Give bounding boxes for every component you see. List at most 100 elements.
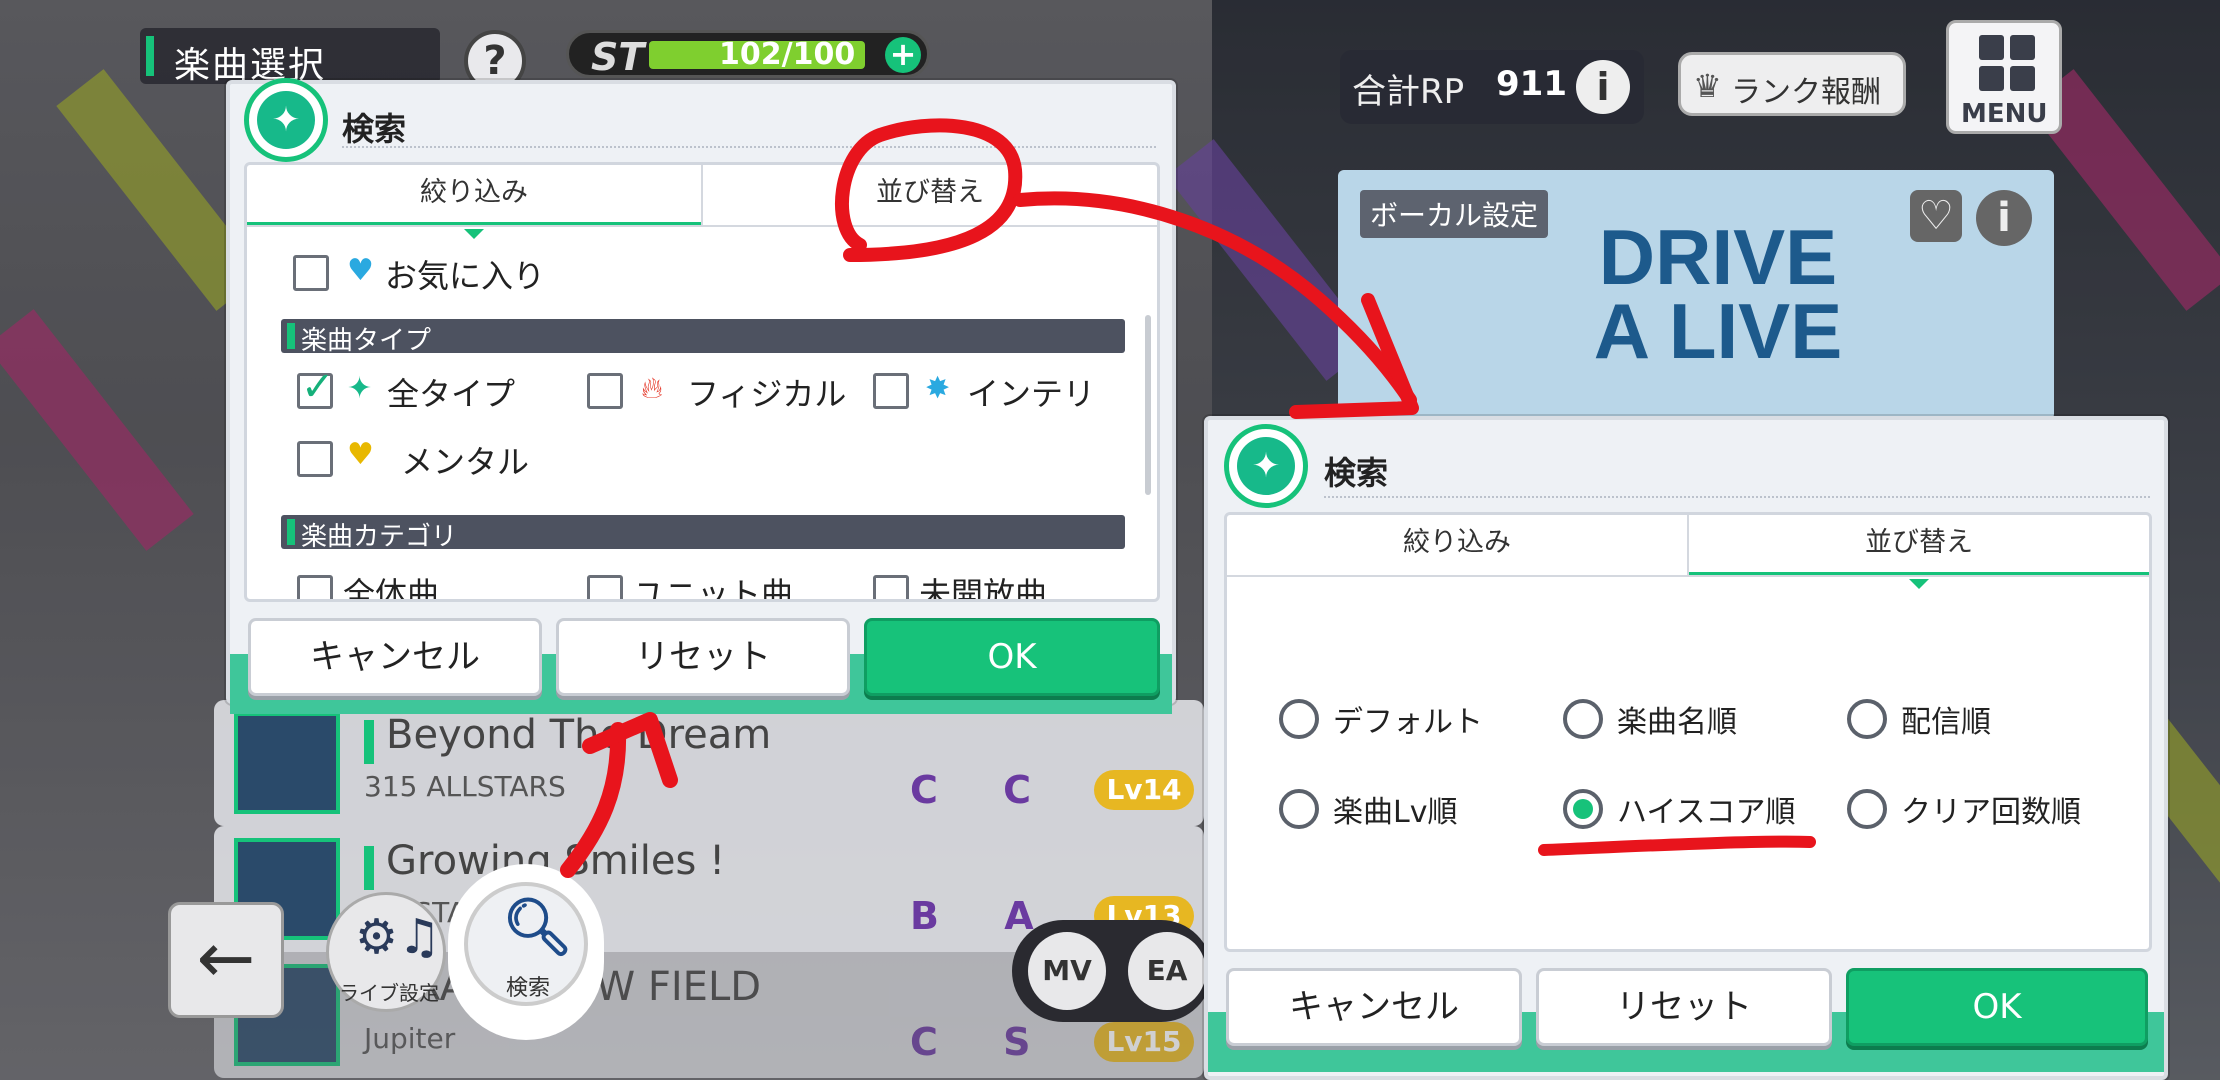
sort-release-label: 配信順 bbox=[1901, 705, 1991, 740]
sort-level-label: 楽曲Lv順 bbox=[1333, 795, 1458, 830]
section-header-category: 楽曲カテゴリ bbox=[281, 515, 1125, 552]
total-rp-label: 合計RP bbox=[1352, 72, 1465, 112]
sort-clearcount-label: クリア回数順 bbox=[1901, 795, 2081, 830]
type-intelli-label: インテリ bbox=[967, 375, 1096, 413]
tab-rule bbox=[247, 225, 1157, 227]
menu-label: MENU bbox=[1961, 99, 2048, 129]
tab-sort[interactable]: 並び替え bbox=[1689, 515, 2149, 589]
reset-button[interactable]: リセット bbox=[556, 618, 850, 696]
heart-icon: ♥ bbox=[347, 437, 374, 472]
search-icon: 🔍︎ bbox=[502, 895, 574, 960]
heart-icon[interactable]: ♡ bbox=[1910, 190, 1962, 242]
type-physical-label: フィジカル bbox=[687, 375, 847, 413]
vocal-settings-card[interactable]: ボーカル設定 DRIVE A LIVE ♡ i bbox=[1338, 170, 2054, 420]
menu-button[interactable]: MENU bbox=[1946, 20, 2062, 134]
cancel-button[interactable]: キャンセル bbox=[248, 618, 542, 696]
trophy-icon: ♛ bbox=[1693, 67, 1722, 105]
type-all-checkbox[interactable] bbox=[297, 364, 335, 410]
total-rp-value: 911 bbox=[1496, 64, 1567, 104]
tab-rule bbox=[1227, 575, 2149, 577]
live-settings-button[interactable]: ⚙♫ ライブ設定 bbox=[326, 892, 446, 1012]
rank-reward-label: ランク報酬 bbox=[1731, 75, 1881, 110]
dialog-title: 検索 bbox=[1324, 454, 1389, 492]
stamina-value: 102/100 bbox=[719, 37, 856, 72]
search-dialog-sort: ✦ 検索 絞り込み 並び替え デフォルト 楽曲名順 配信順 楽曲Lv順 ハイスコ… bbox=[1204, 416, 2168, 1080]
search-dialog-filter: ✦ 検索 絞り込み 並び替え ♥ お気に入り 楽曲タイプ ✦ 全タイプ 🔥︎ フ… bbox=[226, 78, 1176, 714]
sort-default-radio[interactable] bbox=[1279, 699, 1319, 739]
sort-level-radio[interactable] bbox=[1279, 789, 1319, 829]
type-physical-checkbox[interactable] bbox=[587, 373, 623, 409]
back-button[interactable]: ← bbox=[168, 902, 284, 1018]
info-icon[interactable]: i bbox=[1576, 60, 1630, 114]
easy-toggle[interactable]: EA bbox=[1128, 932, 1206, 1010]
emblem-icon: ✦ bbox=[1224, 424, 1308, 508]
song-level-badge: Lv14 bbox=[1094, 770, 1194, 810]
row-accent-bar bbox=[364, 846, 374, 890]
sort-highscore-label: ハイスコア順 bbox=[1617, 795, 1796, 830]
tab-sort[interactable]: 並び替え bbox=[703, 165, 1157, 227]
category-all-label: 全体曲 bbox=[343, 575, 440, 602]
all-type-emblem-icon: ✦ bbox=[347, 371, 373, 406]
search-button-highlight[interactable]: 🔍︎ 検索 bbox=[448, 864, 604, 1040]
dialog-panel: 絞り込み 並び替え ♥ お気に入り 楽曲タイプ ✦ 全タイプ 🔥︎ フィジカル … bbox=[244, 162, 1160, 602]
stamina-plus-button[interactable]: + bbox=[885, 37, 921, 73]
reset-button[interactable]: リセット bbox=[1536, 968, 1832, 1046]
sort-title-label: 楽曲名順 bbox=[1617, 705, 1737, 740]
heart-icon: ♥ bbox=[347, 253, 374, 288]
stamina-meter: ST 102/100 + bbox=[566, 30, 930, 79]
vocal-settings-tag: ボーカル設定 bbox=[1360, 190, 1549, 238]
grid-icon bbox=[1979, 35, 2035, 91]
tab-filter[interactable]: 絞り込み bbox=[1227, 515, 1689, 577]
section-accent bbox=[287, 323, 295, 349]
title-rule bbox=[342, 146, 1156, 148]
type-intelli-checkbox[interactable] bbox=[873, 373, 909, 409]
dialog-tabs: 絞り込み 並び替え bbox=[1227, 515, 2149, 589]
category-all-checkbox[interactable] bbox=[297, 575, 333, 599]
category-unreleased-checkbox[interactable] bbox=[873, 575, 909, 599]
info-icon[interactable]: i bbox=[1976, 190, 2032, 246]
sort-default-label: デフォルト bbox=[1333, 705, 1483, 740]
section-accent bbox=[287, 519, 295, 545]
search-button[interactable]: 🔍︎ 検索 bbox=[464, 882, 588, 1006]
type-mental-label: メンタル bbox=[401, 443, 530, 481]
song-name: Beyond The Dream bbox=[386, 712, 772, 758]
dialog-tabs: 絞り込み 並び替え bbox=[247, 165, 1157, 239]
type-all-label: 全タイプ bbox=[387, 375, 516, 413]
dialog-panel: 絞り込み 並び替え デフォルト 楽曲名順 配信順 楽曲Lv順 ハイスコア順 クリ… bbox=[1224, 512, 2152, 952]
title-accent-bar bbox=[146, 36, 154, 76]
total-rp-panel: 合計RP 911 i bbox=[1340, 50, 1644, 124]
sort-title-radio[interactable] bbox=[1563, 699, 1603, 739]
song-row[interactable]: Beyond The Dream 315 ALLSTARS C C C Lv14 bbox=[214, 700, 1204, 826]
view-toggle-bar: MV EA bbox=[1012, 920, 1212, 1022]
sort-highscore-radio[interactable] bbox=[1563, 789, 1603, 829]
row-accent-bar bbox=[364, 720, 374, 764]
cancel-button[interactable]: キャンセル bbox=[1226, 968, 1522, 1046]
type-mental-checkbox[interactable] bbox=[297, 441, 333, 477]
search-button-label: 検索 bbox=[505, 976, 550, 1001]
sort-release-radio[interactable] bbox=[1847, 699, 1887, 739]
rank-reward-button[interactable]: ♛ ランク報酬 bbox=[1678, 52, 1906, 116]
favorite-label: お気に入り bbox=[385, 257, 546, 295]
tab-filter[interactable]: 絞り込み bbox=[247, 165, 703, 239]
ok-button[interactable]: OK bbox=[864, 618, 1160, 696]
dialog-title: 検索 bbox=[342, 110, 407, 148]
category-unreleased-label: 未開放曲 bbox=[919, 575, 1048, 602]
flame-icon: 🔥︎ bbox=[641, 371, 664, 406]
favorite-checkbox[interactable] bbox=[293, 255, 329, 291]
ok-button[interactable]: OK bbox=[1846, 968, 2148, 1046]
live-settings-label: ライブ設定 bbox=[339, 981, 439, 1005]
gear-note-icon: ⚙♫ bbox=[355, 909, 442, 965]
category-unit-label: ユニット曲 bbox=[633, 575, 794, 602]
emblem-icon: ✦ bbox=[244, 78, 328, 162]
title-rule bbox=[1324, 496, 2150, 498]
screen-title: 楽曲選択 bbox=[140, 28, 440, 86]
song-artist: 315 ALLSTARS bbox=[364, 770, 566, 803]
sort-clearcount-radio[interactable] bbox=[1847, 789, 1887, 829]
category-unit-checkbox[interactable] bbox=[587, 575, 623, 599]
section-header-type: 楽曲タイプ bbox=[281, 319, 1125, 356]
scrollbar[interactable] bbox=[1145, 315, 1151, 495]
section-category-label: 楽曲カテゴリ bbox=[301, 522, 458, 552]
stamina-label: ST bbox=[591, 35, 645, 79]
mv-toggle[interactable]: MV bbox=[1028, 932, 1106, 1010]
spark-icon: ✸ bbox=[925, 371, 951, 406]
